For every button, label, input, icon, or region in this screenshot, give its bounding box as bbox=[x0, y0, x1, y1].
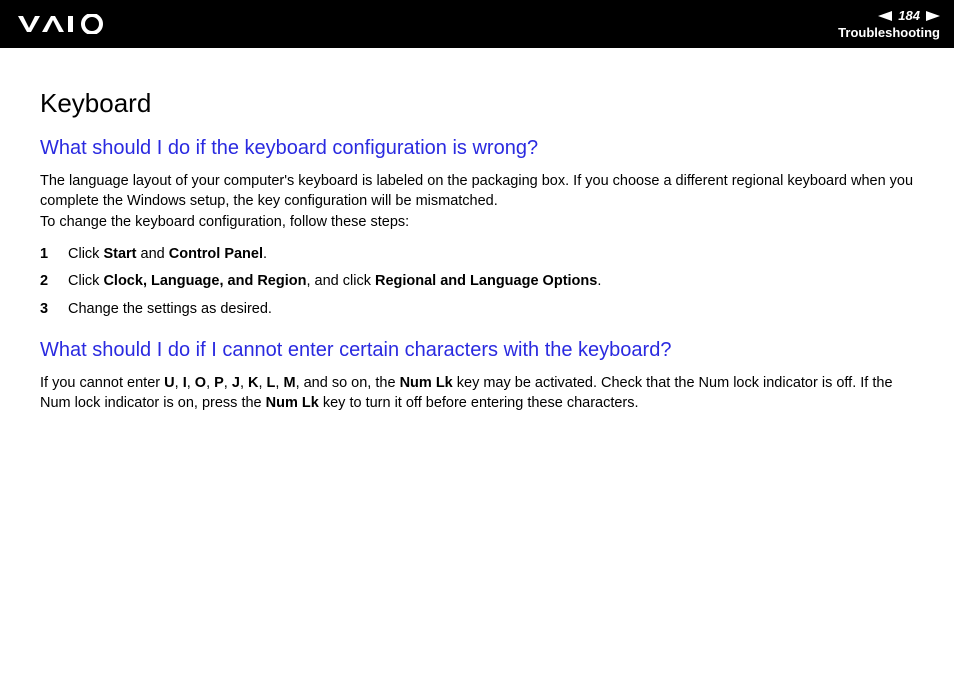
step-1: Click Start and Control Panel. bbox=[40, 245, 914, 265]
page-number: 184 bbox=[898, 8, 920, 23]
q1-steps: Click Start and Control Panel. Click Clo… bbox=[40, 245, 914, 320]
q1-para2: To change the keyboard configuration, fo… bbox=[40, 213, 914, 233]
prev-page-arrow-icon[interactable] bbox=[878, 11, 892, 21]
q1-para1: The language layout of your computer's k… bbox=[40, 172, 914, 211]
header-right: 184 Troubleshooting bbox=[838, 8, 940, 40]
page-title: Keyboard bbox=[40, 88, 914, 119]
question-1-heading: What should I do if the keyboard configu… bbox=[40, 137, 914, 160]
question-2-section: What should I do if I cannot enter certa… bbox=[40, 339, 914, 413]
section-label: Troubleshooting bbox=[838, 25, 940, 40]
page-content: Keyboard What should I do if the keyboar… bbox=[0, 48, 954, 414]
next-page-arrow-icon[interactable] bbox=[926, 11, 940, 21]
step-3: Change the settings as desired. bbox=[40, 300, 914, 320]
question-2-heading: What should I do if I cannot enter certa… bbox=[40, 339, 914, 362]
page-header: 184 Troubleshooting bbox=[0, 0, 954, 48]
page-nav: 184 bbox=[878, 8, 940, 23]
vaio-logo bbox=[18, 14, 114, 34]
step-2: Click Clock, Language, and Region, and c… bbox=[40, 272, 914, 292]
q2-para: If you cannot enter U, I, O, P, J, K, L,… bbox=[40, 374, 914, 413]
